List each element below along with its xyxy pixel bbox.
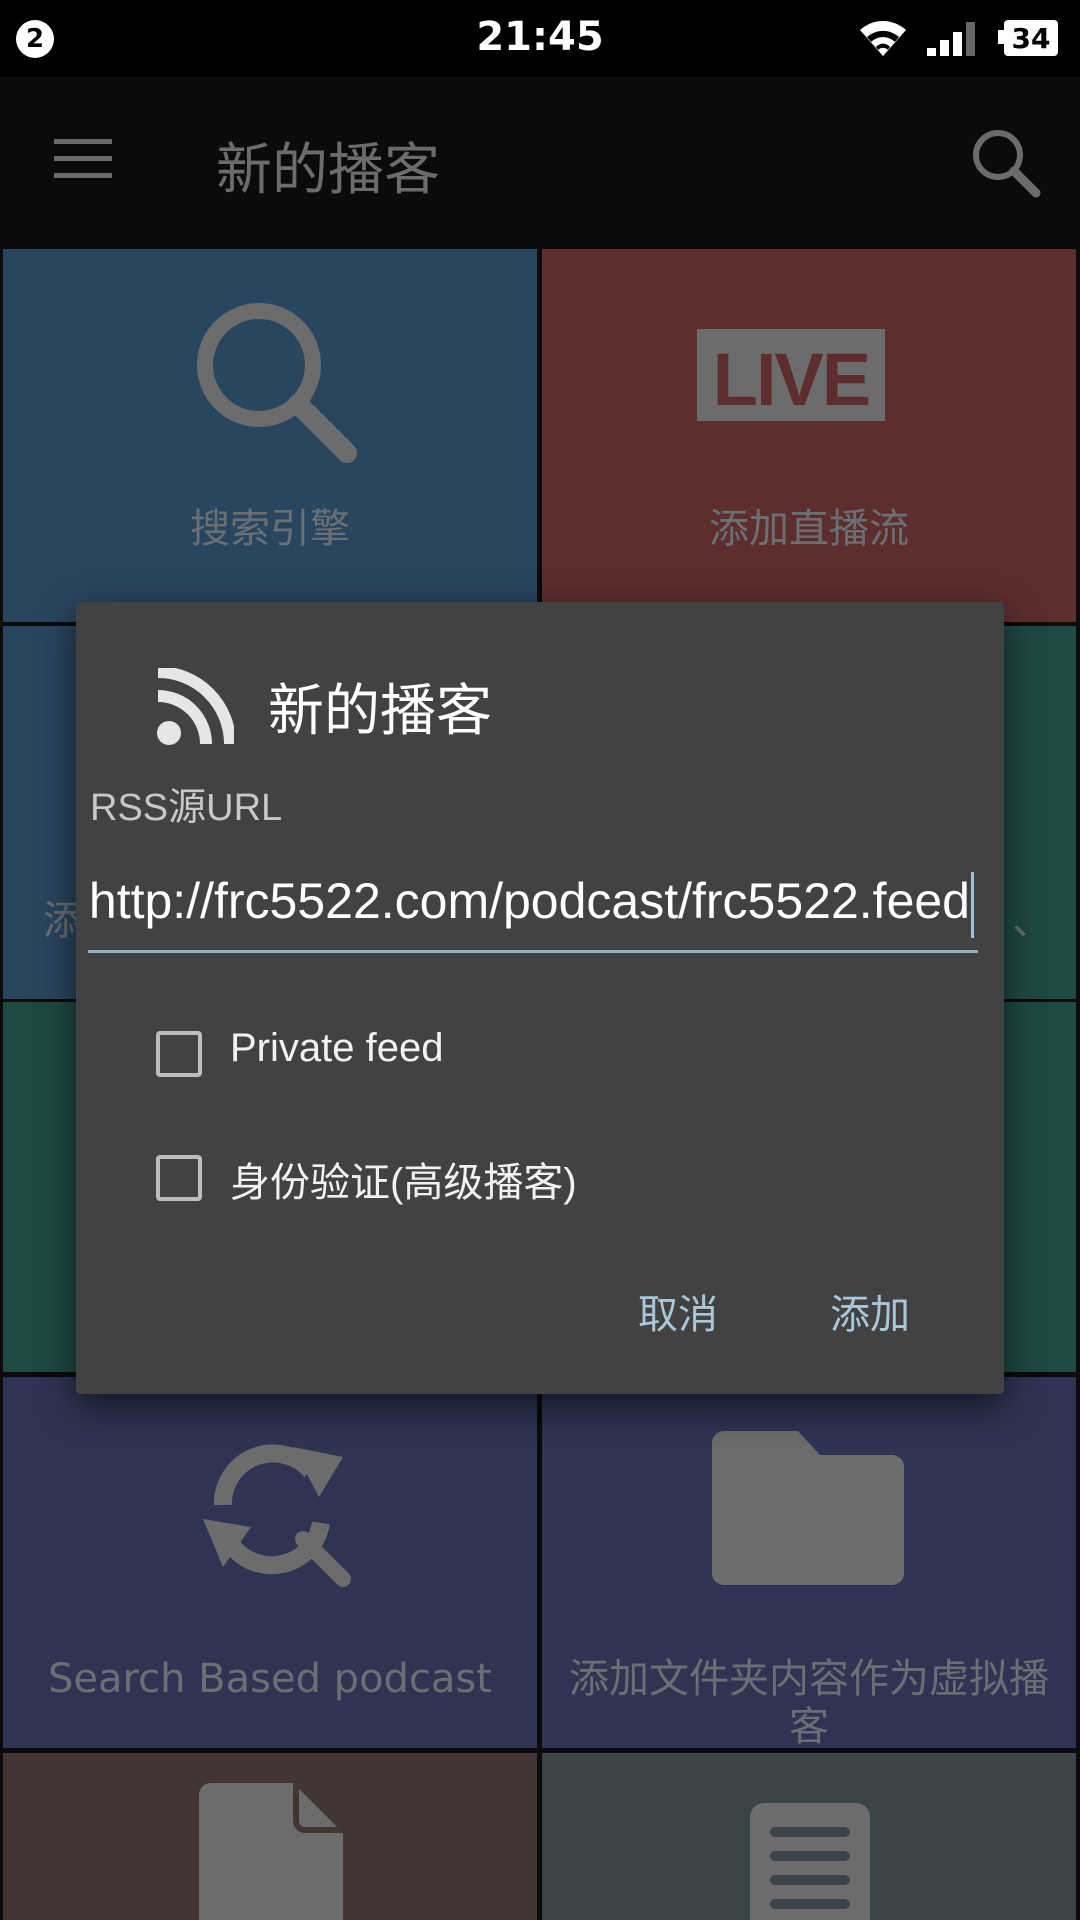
tile-label: 添加直播流 [709, 506, 909, 552]
private-feed-checkbox[interactable] [156, 1031, 202, 1077]
text-cursor [971, 872, 974, 938]
tile-search-based-podcast[interactable]: Search Based podcast [3, 1377, 537, 1748]
menu-icon[interactable] [54, 137, 114, 181]
status-bar: 2 21:45 34 [0, 0, 1080, 77]
file-icon [199, 1783, 343, 1920]
cancel-button[interactable]: 取消 [638, 1282, 718, 1340]
dialog-title: 新的播客 [268, 679, 492, 744]
rss-icon [157, 668, 234, 745]
app-bar-title: 新的播客 [216, 138, 440, 203]
tile-search-engine[interactable]: 搜索引擎 [3, 249, 537, 622]
wifi-icon [860, 21, 906, 56]
live-icon-text: LIVE [712, 338, 871, 421]
folder-icon [712, 1431, 904, 1585]
live-icon: LIVE [697, 329, 885, 421]
authentication-row[interactable]: 身份验证(高级播客) [156, 1150, 756, 1210]
tile-add-file[interactable] [3, 1753, 537, 1920]
private-feed-label: Private feed [230, 1026, 444, 1070]
rss-url-input[interactable]: http://frc5522.com/podcast/frc5522.feed [88, 866, 978, 953]
add-button[interactable]: 添加 [830, 1282, 910, 1340]
tile-add-folder-virtual-podcast[interactable]: 添加文件夹内容作为虚拟播客 [542, 1377, 1076, 1748]
tile-label: Search Based podcast [48, 1656, 492, 1702]
tile-add-live-stream[interactable]: LIVE 添加直播流 [542, 249, 1076, 622]
search-icon[interactable] [970, 127, 1042, 199]
authentication-checkbox[interactable] [156, 1155, 202, 1201]
tile-label: 添加文件夹内容作为虚拟播客 [569, 1656, 1049, 1748]
battery-icon: 34 [998, 20, 1060, 56]
sync-search-icon [203, 1444, 351, 1587]
app-bar: 新的播客 [0, 77, 1080, 245]
rss-url-label: RSS源URL [90, 787, 283, 829]
new-podcast-dialog: 新的播客 RSS源URL http://frc5522.com/podcast/… [76, 602, 1004, 1394]
tile-add-document[interactable] [542, 1753, 1076, 1920]
search-icon [197, 303, 357, 463]
authentication-label: 身份验证(高级播客) [230, 1161, 577, 1205]
signal-icon [927, 22, 975, 56]
tile-label: 搜索引擎 [190, 506, 350, 552]
battery-level: 34 [1011, 22, 1051, 55]
document-icon [750, 1803, 870, 1920]
screen: 2 21:45 34 新的播客 搜索引擎 LIVE 添加直播流 添 、 Sear… [0, 0, 1080, 1920]
rss-url-value: http://frc5522.com/podcast/frc5522.feed [88, 873, 970, 929]
status-time: 21:45 [476, 14, 604, 60]
tile-label: 、 [1012, 898, 1052, 944]
private-feed-row[interactable]: Private feed [156, 1026, 656, 1086]
